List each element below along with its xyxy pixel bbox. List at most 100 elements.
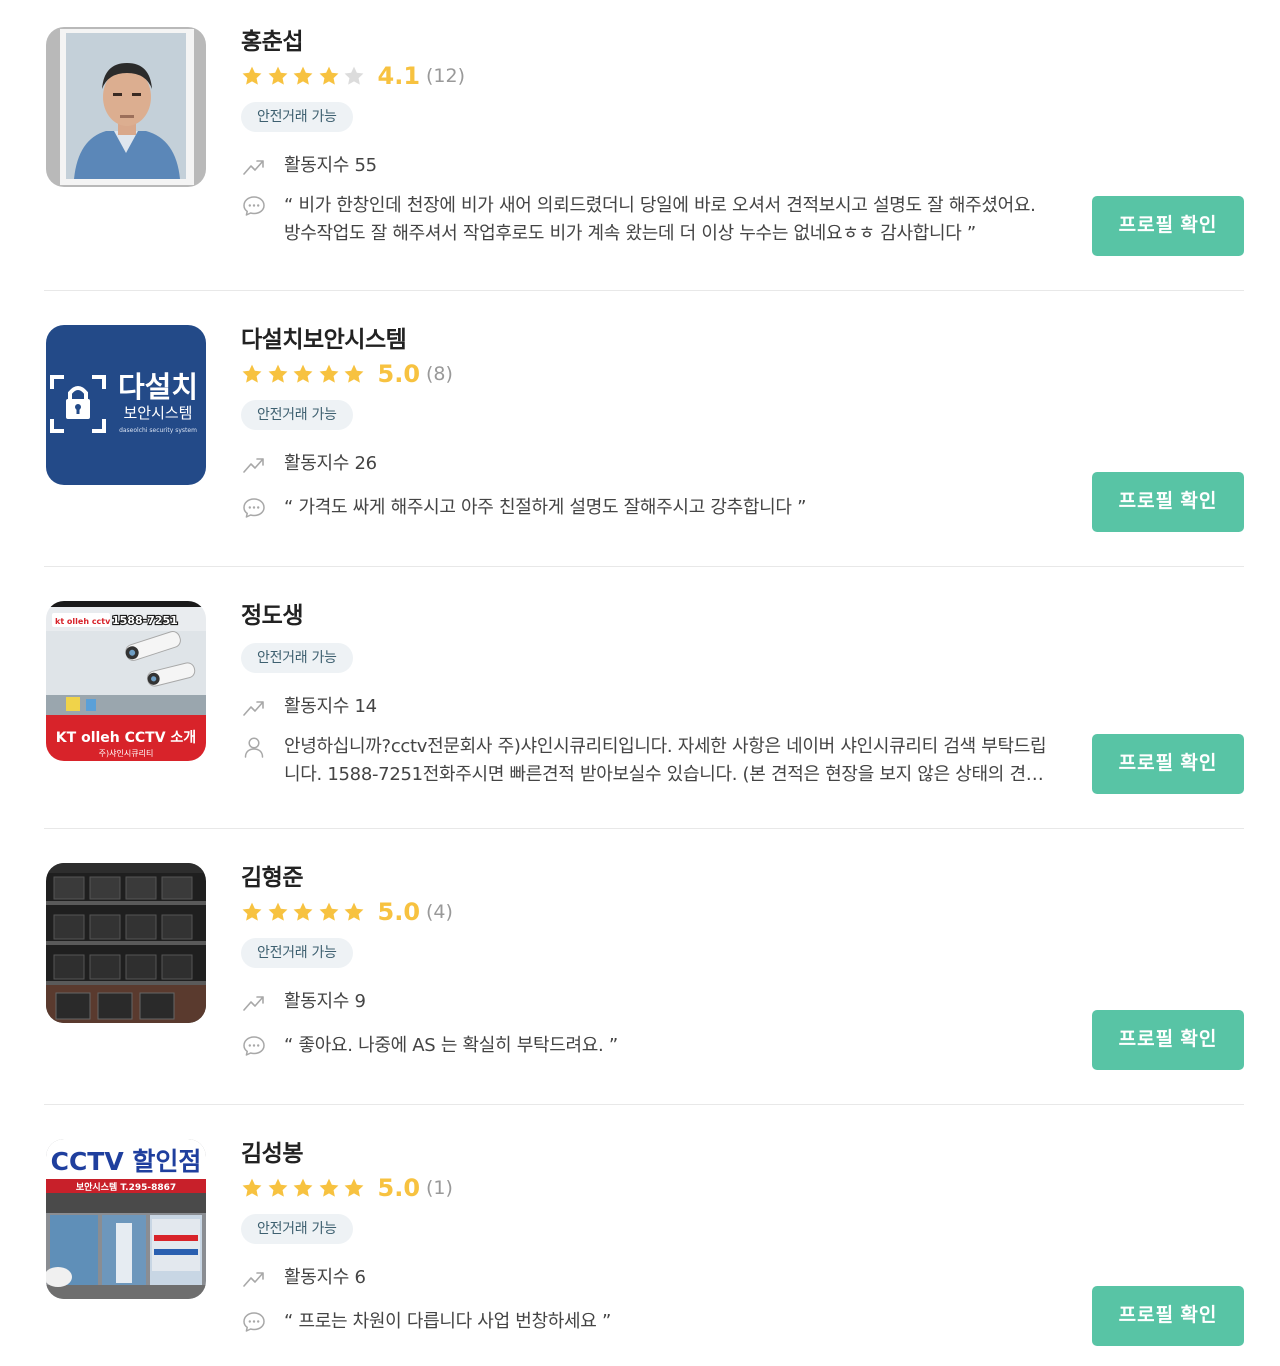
provider-name[interactable]: 다설치보안시스템 bbox=[241, 325, 1064, 355]
safe-deal-badge: 안전거래 가능 bbox=[241, 400, 353, 430]
provider-photo[interactable] bbox=[46, 863, 206, 1023]
activity-row: 활동지수 55 bbox=[241, 152, 1064, 180]
star-icon bbox=[292, 65, 314, 87]
profile-check-button[interactable]: 프로필 확인 bbox=[1092, 196, 1244, 256]
star-icon bbox=[292, 1177, 314, 1199]
profile-check-button[interactable]: 프로필 확인 bbox=[1092, 1286, 1244, 1346]
review-quote: “ 프로는 차원이 다릅니다 사업 번창하세요 ” bbox=[284, 1311, 611, 1332]
divider bbox=[44, 1104, 1244, 1105]
activity-row: 활동지수 9 bbox=[241, 988, 1064, 1016]
star-icon bbox=[267, 65, 289, 87]
sign-subtitle: 보안시스템 T.295-8867 bbox=[76, 1181, 176, 1193]
star-icon bbox=[292, 901, 314, 923]
review-row: “ 좋아요. 나중에 AS 는 확실히 부탁드려요. ” bbox=[241, 1032, 1064, 1060]
review-count: (4) bbox=[426, 901, 453, 923]
provider-card[interactable]: 다설치 보안시스템 daseolchi security system 다설치보… bbox=[44, 325, 1244, 567]
divider bbox=[44, 290, 1244, 291]
star-icon bbox=[241, 1177, 263, 1199]
trending-up-icon bbox=[241, 1264, 271, 1292]
activity-score: 활동지수 6 bbox=[284, 1267, 366, 1288]
review-row: “ 비가 한창인데 천장에 비가 새어 의뢰드렸더니 당일에 바로 오셔서 견적… bbox=[241, 192, 1064, 248]
rating-score: 4.1 bbox=[377, 62, 421, 90]
activity-row: 활동지수 14 bbox=[241, 693, 1064, 721]
star-icon bbox=[318, 1177, 340, 1199]
review-quote: “ 비가 한창인데 천장에 비가 새어 의뢰드렸더니 당일에 바로 오셔서 견적… bbox=[284, 195, 1036, 244]
logo-english: daseolchi security system bbox=[119, 427, 197, 434]
star-icon bbox=[343, 363, 365, 385]
star-icon bbox=[267, 363, 289, 385]
logo-subtitle: 보안시스템 bbox=[123, 404, 192, 422]
intro-text: 안녕하십니까?cctv전문회사 주)샤인시큐리티입니다. 자세한 사항은 네이버… bbox=[284, 736, 1047, 785]
provider-card[interactable]: 김형준 5.0 (4) 안전거래 가능 활동지수 9 “ 좋아요. 나중에 AS… bbox=[44, 863, 1244, 1105]
trending-up-icon bbox=[241, 988, 271, 1016]
review-count: (8) bbox=[426, 363, 453, 385]
safe-deal-badge: 안전거래 가능 bbox=[241, 938, 353, 968]
banner-title: KT olleh CCTV 소개 bbox=[56, 730, 196, 746]
speech-bubble-icon bbox=[241, 1308, 271, 1336]
review-count: (1) bbox=[426, 1177, 453, 1199]
logo-title: 다설치 bbox=[118, 370, 198, 404]
activity-score: 활동지수 26 bbox=[284, 453, 377, 474]
star-icon bbox=[318, 901, 340, 923]
star-icon bbox=[241, 363, 263, 385]
star-icon bbox=[241, 65, 263, 87]
provider-card[interactable]: 홍춘섭 4.1 (12) 안전거래 가능 활동지수 55 “ 비가 한창인데 천… bbox=[44, 27, 1244, 291]
activity-row: 활동지수 26 bbox=[241, 450, 1064, 478]
provider-photo[interactable] bbox=[46, 27, 206, 187]
trending-up-icon bbox=[241, 152, 271, 180]
banner-subtitle: 주)샤인시큐리티 bbox=[99, 748, 154, 758]
review-row: “ 프로는 차원이 다릅니다 사업 번창하세요 ” bbox=[241, 1308, 1064, 1336]
rating: 5.0 (8) bbox=[241, 357, 1064, 391]
safe-deal-badge: 안전거래 가능 bbox=[241, 102, 353, 132]
star-icon bbox=[318, 363, 340, 385]
divider bbox=[44, 566, 1244, 567]
provider-name[interactable]: 김성봉 bbox=[241, 1139, 1064, 1169]
profile-check-button[interactable]: 프로필 확인 bbox=[1092, 734, 1244, 794]
user-icon bbox=[241, 733, 271, 761]
rating-score: 5.0 bbox=[377, 1174, 421, 1202]
provider-card[interactable]: CCTV 할인점 보안시스템 T.295-8867 김성봉 5.0 (1) 안전… bbox=[44, 1139, 1244, 1366]
activity-score: 활동지수 9 bbox=[284, 991, 366, 1012]
provider-banner[interactable]: kt olleh cctv 1588-7251 KT olleh CCTV 소개… bbox=[46, 601, 206, 761]
rating-score: 5.0 bbox=[377, 898, 421, 926]
provider-card[interactable]: kt olleh cctv 1588-7251 KT olleh CCTV 소개… bbox=[44, 601, 1244, 829]
banner-brand: kt olleh cctv bbox=[55, 617, 111, 626]
review-row: “ 가격도 싸게 해주시고 아주 친절하게 설명도 잘해주시고 강추합니다 ” bbox=[241, 494, 1064, 522]
rating: 5.0 (1) bbox=[241, 1171, 1064, 1205]
star-icon bbox=[241, 901, 263, 923]
star-icon bbox=[267, 901, 289, 923]
star-icon bbox=[292, 363, 314, 385]
sign-title: CCTV 할인점 bbox=[51, 1147, 202, 1176]
trending-up-icon bbox=[241, 450, 271, 478]
rating-score: 5.0 bbox=[377, 360, 421, 388]
star-icon bbox=[343, 901, 365, 923]
provider-name[interactable]: 홍춘섭 bbox=[241, 27, 1064, 57]
profile-check-button[interactable]: 프로필 확인 bbox=[1092, 472, 1244, 532]
speech-bubble-icon bbox=[241, 1032, 271, 1060]
profile-check-button[interactable]: 프로필 확인 bbox=[1092, 1010, 1244, 1070]
star-icon bbox=[267, 1177, 289, 1199]
divider bbox=[44, 828, 1244, 829]
activity-row: 활동지수 6 bbox=[241, 1264, 1064, 1292]
provider-photo[interactable]: CCTV 할인점 보안시스템 T.295-8867 bbox=[46, 1139, 206, 1299]
trending-up-icon bbox=[241, 693, 271, 721]
star-empty-icon bbox=[343, 65, 365, 87]
provider-name[interactable]: 정도생 bbox=[241, 601, 1064, 631]
rating: 4.1 (12) bbox=[241, 59, 1064, 93]
safe-deal-badge: 안전거래 가능 bbox=[241, 1214, 353, 1244]
activity-score: 활동지수 14 bbox=[284, 696, 377, 717]
activity-score: 활동지수 55 bbox=[284, 155, 377, 176]
speech-bubble-icon bbox=[241, 192, 271, 220]
rating: 5.0 (4) bbox=[241, 895, 1064, 929]
review-count: (12) bbox=[426, 65, 466, 87]
banner-phone: 1588-7251 bbox=[112, 614, 178, 627]
provider-logo[interactable]: 다설치 보안시스템 daseolchi security system bbox=[46, 325, 206, 485]
provider-name[interactable]: 김형준 bbox=[241, 863, 1064, 893]
speech-bubble-icon bbox=[241, 494, 271, 522]
review-quote: “ 좋아요. 나중에 AS 는 확실히 부탁드려요. ” bbox=[284, 1035, 618, 1056]
intro-row: 안녕하십니까?cctv전문회사 주)샤인시큐리티입니다. 자세한 사항은 네이버… bbox=[241, 733, 1064, 789]
star-icon bbox=[318, 65, 340, 87]
star-icon bbox=[343, 1177, 365, 1199]
review-quote: “ 가격도 싸게 해주시고 아주 친절하게 설명도 잘해주시고 강추합니다 ” bbox=[284, 497, 807, 518]
safe-deal-badge: 안전거래 가능 bbox=[241, 643, 353, 673]
